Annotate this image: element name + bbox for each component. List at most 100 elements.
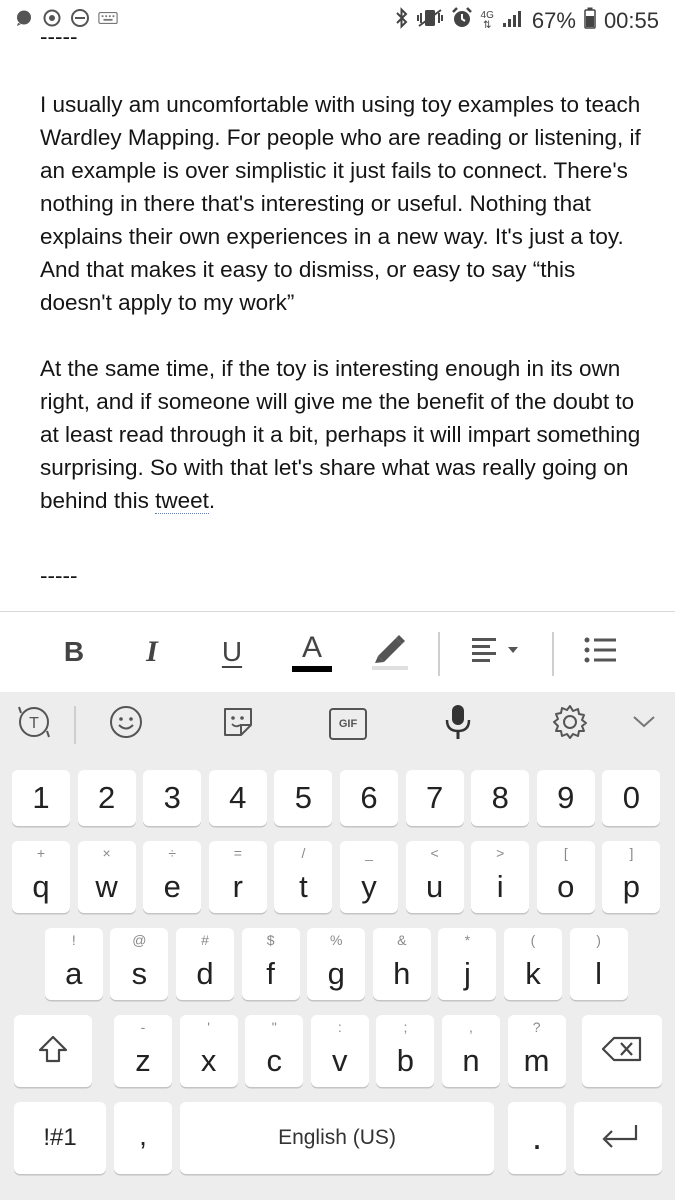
backspace-icon: [600, 1034, 644, 1069]
tweet-link[interactable]: tweet: [155, 488, 209, 514]
key-f[interactable]: $ f: [241, 928, 300, 1000]
key-label: 8: [491, 780, 509, 815]
voice-input-button[interactable]: [438, 704, 478, 744]
comma-key[interactable]: ,: [114, 1102, 172, 1174]
key-label: q: [32, 869, 50, 904]
key-r[interactable]: = r: [208, 841, 267, 913]
key-b[interactable]: ; b: [376, 1015, 435, 1087]
key-5[interactable]: 5: [274, 770, 333, 826]
key-secondary-label: &: [397, 932, 407, 948]
key-h[interactable]: & h: [372, 928, 431, 1000]
key-secondary-label: ×: [102, 845, 111, 861]
key-4[interactable]: 4: [208, 770, 267, 826]
key-label: v: [332, 1043, 348, 1078]
document-body[interactable]: ----- I usually am uncomfortable with us…: [40, 24, 650, 592]
key-secondary-label: !: [71, 932, 76, 948]
key-label: 6: [360, 780, 378, 815]
period-key[interactable]: .: [508, 1102, 566, 1174]
key-c[interactable]: " c: [245, 1015, 304, 1087]
shift-icon: [36, 1032, 70, 1071]
key-label: d: [196, 956, 214, 991]
key-m[interactable]: ? m: [507, 1015, 566, 1087]
keyboard-toolbar: T GIF: [0, 692, 675, 756]
key-k[interactable]: (k: [504, 928, 562, 1000]
key-6[interactable]: 6: [340, 770, 398, 826]
key-i[interactable]: > i: [471, 841, 530, 913]
key-3[interactable]: 3: [143, 770, 202, 826]
key-9[interactable]: 9: [536, 770, 595, 826]
smiley-icon: [108, 704, 144, 745]
emoji-button[interactable]: [106, 704, 146, 744]
gear-icon: [551, 703, 589, 746]
sticker-button[interactable]: [218, 704, 258, 744]
key-secondary-label: #: [201, 932, 209, 948]
gif-icon: GIF: [329, 708, 367, 740]
key-secondary-label: [: [563, 845, 568, 861]
key-p[interactable]: ] p: [602, 841, 661, 913]
formatting-toolbar: B I U A: [0, 611, 675, 692]
text-color-button[interactable]: A: [290, 630, 334, 674]
key-secondary-label: /: [301, 845, 306, 861]
enter-key[interactable]: [574, 1102, 662, 1174]
key-secondary-label: _: [365, 845, 373, 861]
key-label: f: [266, 956, 275, 991]
align-button[interactable]: [468, 630, 528, 674]
divider-top: -----: [40, 24, 78, 49]
key-7[interactable]: 7: [405, 770, 464, 826]
key-label: 4: [229, 780, 247, 815]
bold-button[interactable]: B: [56, 630, 92, 674]
key-secondary-label: ): [596, 932, 601, 948]
key-1[interactable]: 1: [12, 770, 70, 826]
key-8[interactable]: 8: [471, 770, 530, 826]
key-u[interactable]: < u: [405, 841, 464, 913]
key-x[interactable]: ' x: [179, 1015, 238, 1087]
key-z[interactable]: -z: [114, 1015, 172, 1087]
chat-bubble-icon: [14, 8, 34, 28]
collapse-toolbar-button[interactable]: [624, 704, 664, 744]
key-label: u: [425, 869, 444, 904]
key-label: 0: [622, 780, 641, 815]
key-secondary-label: ]: [629, 845, 634, 861]
italic-button[interactable]: I: [134, 630, 170, 674]
enter-icon: [594, 1121, 642, 1156]
align-left-icon: [470, 635, 526, 670]
key-q[interactable]: + q: [12, 841, 70, 913]
space-key[interactable]: English (US): [180, 1102, 494, 1174]
key-a[interactable]: ! a: [44, 928, 103, 1000]
underline-button[interactable]: U: [214, 630, 250, 674]
key-g[interactable]: % g: [307, 928, 366, 1000]
key-e[interactable]: ÷ e: [143, 841, 202, 913]
key-2[interactable]: 2: [77, 770, 136, 826]
keyboard-settings-button[interactable]: [550, 704, 590, 744]
key-secondary-label: ÷: [168, 845, 177, 861]
key-v[interactable]: :v: [310, 1015, 369, 1087]
key-n[interactable]: ,n: [442, 1015, 500, 1087]
key-w[interactable]: × w: [77, 841, 136, 913]
key-j[interactable]: * j: [438, 928, 497, 1000]
key-l[interactable]: ) l: [569, 928, 628, 1000]
backspace-key[interactable]: [582, 1015, 662, 1087]
translate-button[interactable]: T: [14, 704, 54, 744]
gif-button[interactable]: GIF: [328, 704, 368, 744]
key-label: x: [200, 1043, 217, 1078]
key-secondary-label: (: [530, 932, 536, 948]
key-label: h: [393, 956, 411, 991]
key-0[interactable]: 0: [602, 770, 661, 826]
key-y[interactable]: _ y: [340, 841, 398, 913]
shift-key[interactable]: [14, 1015, 92, 1087]
list-button[interactable]: [580, 630, 620, 674]
key-t[interactable]: / t: [274, 841, 333, 913]
key-label: a: [65, 956, 83, 991]
key-o[interactable]: [o: [536, 841, 595, 913]
highlighter-icon: [368, 630, 412, 675]
key-s[interactable]: @ s: [110, 928, 169, 1000]
key-d[interactable]: # d: [176, 928, 234, 1000]
symbols-key[interactable]: !#1: [14, 1102, 106, 1174]
highlight-button[interactable]: [368, 630, 412, 674]
key-label: 2: [97, 780, 116, 815]
key-label: c: [266, 1043, 282, 1078]
key-label: .: [531, 1116, 542, 1157]
italic-label: I: [146, 635, 158, 668]
